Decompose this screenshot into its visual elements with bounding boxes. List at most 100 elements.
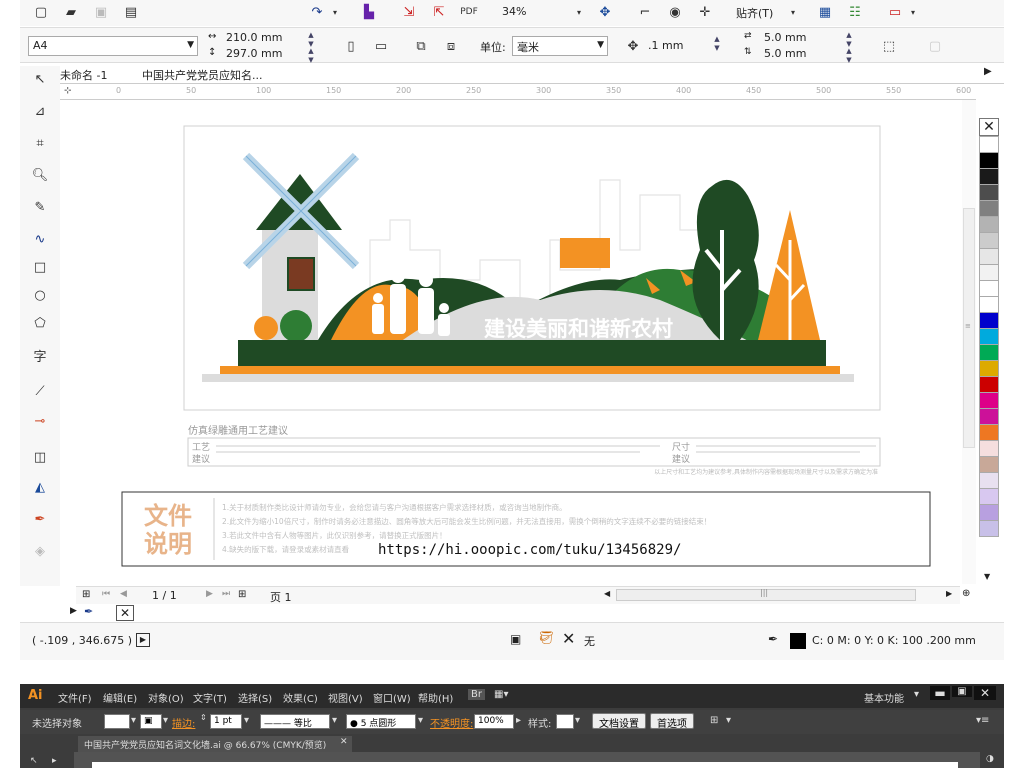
dimension-tool-icon[interactable]: ⟋ [31, 382, 49, 400]
color-swatch[interactable] [979, 264, 999, 281]
color-swatch[interactable] [979, 136, 999, 153]
stroke-dropdown-icon[interactable]: ▾ [163, 715, 168, 726]
ai-stroke-profile[interactable]: ——— 等比 [260, 714, 330, 729]
ai-color-panel-icon[interactable]: ◑ [986, 754, 994, 764]
redo-icon[interactable]: ↷ [308, 3, 326, 21]
ruler-origin-icon[interactable]: ⊹ [64, 86, 72, 96]
page-height-field[interactable]: 297.0 mm [226, 47, 282, 60]
ai-brush-definition[interactable]: ● 5 点圆形 [346, 714, 416, 729]
ai-fill-swatch[interactable] [104, 714, 130, 729]
eyedropper-tool-icon[interactable]: ✒ [31, 510, 49, 528]
duplicate-y-field[interactable]: 5.0 mm [764, 47, 806, 60]
portrait-icon[interactable]: ▯ [342, 37, 360, 55]
show-rulers-icon[interactable]: ⌐ [636, 3, 654, 21]
zoom-level[interactable]: 34% [502, 5, 526, 18]
color-swatch[interactable] [979, 168, 999, 185]
color-swatch[interactable] [979, 232, 999, 249]
color-swatch[interactable] [979, 392, 999, 409]
nudge-spinner[interactable]: ▲ ▼ [710, 35, 724, 55]
palette-scroll-down-icon[interactable]: ▼ [984, 572, 990, 581]
scroll-right-icon[interactable]: ▶ [946, 589, 952, 598]
ai-menu-item[interactable]: 窗口(W) [373, 690, 411, 705]
status-play-icon[interactable]: ▶ [136, 633, 150, 647]
color-swatch[interactable] [979, 472, 999, 489]
ai-opacity-label[interactable]: 不透明度: [430, 715, 473, 730]
save-icon[interactable]: ▣ [92, 3, 110, 21]
style-dropdown-icon[interactable]: ▾ [575, 715, 580, 726]
ai-menu-item[interactable]: 文字(T) [193, 690, 227, 705]
ai-style-swatch[interactable] [556, 714, 574, 729]
artistic-media-icon[interactable]: ∿ [31, 230, 49, 248]
tab-untitled[interactable]: 未命名 -1 [60, 67, 107, 83]
text-tool-icon[interactable]: 字 [31, 346, 49, 365]
color-swatch[interactable] [979, 184, 999, 201]
ai-menu-item[interactable]: 选择(S) [238, 690, 272, 705]
color-swatch[interactable] [979, 408, 999, 425]
color-swatch[interactable] [979, 248, 999, 265]
pick-tool-icon[interactable]: ↖ [31, 70, 49, 88]
stroke-weight-dropdown-icon[interactable]: ▾ [244, 715, 249, 726]
doc-palette-no-color[interactable]: ✕ [116, 605, 134, 621]
crop-tool-icon[interactable]: ⌗ [31, 134, 49, 152]
navigator-icon[interactable]: ⊕ [962, 588, 970, 599]
brush-dropdown-icon[interactable]: ▾ [418, 715, 423, 726]
document-setup-button[interactable]: 文档设置 [592, 713, 646, 730]
unit-select[interactable]: 毫米 ▼ [512, 36, 608, 56]
welcome-screen-icon[interactable]: ▦ [816, 3, 834, 21]
color-swatch[interactable] [979, 312, 999, 329]
ai-stroke-swatch[interactable]: ▣ [140, 714, 162, 729]
connector-tool-icon[interactable]: ⊸ [31, 412, 49, 430]
prev-page-icon[interactable]: ◀ [120, 589, 127, 599]
shape-tool-icon[interactable]: ⊿ [31, 102, 49, 120]
scroll-left-icon[interactable]: ◀ [604, 589, 610, 598]
doc-palette-arrow-icon[interactable]: ▶ [70, 606, 77, 616]
workspace-dropdown-icon[interactable]: ▾ [914, 689, 919, 700]
vertical-scrollbar[interactable]: ≡ [962, 100, 976, 584]
new-document-icon[interactable]: ▢ [32, 3, 50, 21]
ai-selection-tool-icon[interactable]: ↖ [30, 756, 38, 766]
color-swatch[interactable] [979, 376, 999, 393]
print-icon[interactable]: ▤ [122, 3, 140, 21]
transform-icon[interactable]: ⊞ [710, 715, 718, 726]
ellipse-tool-icon[interactable]: ○ [31, 286, 49, 304]
color-swatch[interactable] [979, 152, 999, 169]
color-swatch[interactable] [979, 328, 999, 345]
fill-bucket-icon[interactable]: 🪣︎ [538, 631, 555, 646]
color-swatch[interactable] [979, 280, 999, 297]
color-swatch[interactable] [979, 296, 999, 313]
duplicate-x-field[interactable]: 5.0 mm [764, 31, 806, 44]
drawing-canvas[interactable]: 建设美丽和谐新农村 仿真绿雕通用工艺建议 工艺 建议 尺寸 建议 以上尺寸和工艺… [60, 100, 976, 584]
rectangle-tool-icon[interactable]: □ [31, 258, 49, 276]
arrange-documents-icon[interactable]: ▦▾ [494, 689, 508, 700]
last-page-icon[interactable]: ⏭ [222, 589, 230, 599]
control-bar-menu-icon[interactable]: ▾≡ [976, 715, 989, 726]
open-folder-icon[interactable]: ▰ [62, 3, 80, 21]
preferences-button[interactable]: 首选项 [650, 713, 694, 730]
color-swatch[interactable] [979, 424, 999, 441]
ai-menu-item[interactable]: 帮助(H) [418, 690, 453, 705]
fill-tool-icon[interactable]: ◈ [31, 542, 49, 560]
polygon-tool-icon[interactable]: ⬠ [31, 314, 49, 332]
color-swatch[interactable] [979, 456, 999, 473]
ai-maximize-button[interactable]: ▣ [952, 686, 972, 697]
freehand-tool-icon[interactable]: ✎ [31, 198, 49, 216]
workspace-switcher[interactable]: 基本功能 [864, 690, 904, 705]
ai-stroke-weight[interactable]: 1 pt [210, 714, 242, 729]
current-page-icon[interactable]: ⧈ [442, 37, 460, 55]
doc-palette-eyedropper-icon[interactable]: ✒ [84, 605, 93, 618]
import-icon[interactable]: ⇲ [400, 3, 418, 21]
ai-menu-item[interactable]: 视图(V) [328, 690, 363, 705]
ai-menu-item[interactable]: 编辑(E) [103, 690, 137, 705]
all-pages-icon[interactable]: ⧉ [412, 37, 430, 55]
next-page-icon[interactable]: ▶ [206, 589, 213, 599]
page-tab-1[interactable]: 页 1 [270, 589, 292, 605]
color-swatch[interactable] [979, 440, 999, 457]
treat-as-filled-icon[interactable]: ⬚ [880, 37, 898, 55]
stroke-profile-dropdown-icon[interactable]: ▾ [332, 715, 337, 726]
color-swatch[interactable] [979, 504, 999, 521]
ai-tab-close-icon[interactable]: ✕ [340, 737, 348, 747]
ai-close-button[interactable]: ✕ [974, 686, 996, 700]
ai-direct-selection-icon[interactable]: ▸ [52, 756, 57, 766]
options-icon[interactable]: ☷ [846, 3, 864, 21]
first-page-icon[interactable]: ⏮ [102, 589, 110, 599]
